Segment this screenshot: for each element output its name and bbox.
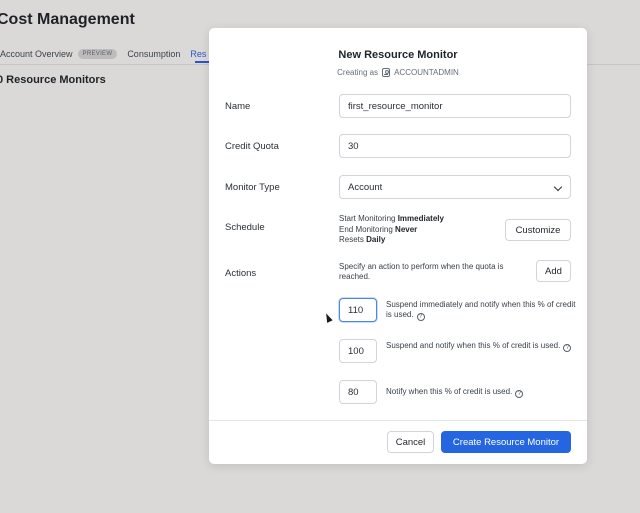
page-title: Cost Management [0,11,135,28]
tab-label: Res [190,49,207,59]
schedule-summary: Start Monitoring Immediately End Monitor… [339,214,444,246]
action-threshold-input[interactable]: 100 [339,339,377,363]
tab-bar: Account Overview PREVIEW Consumption Res [0,44,216,64]
cancel-button[interactable]: Cancel [387,431,434,453]
monitor-type-select[interactable]: Account [339,175,571,199]
action-text: Suspend and notify when this % of credit… [386,341,561,350]
action-text: Notify when this % of credit is used. [386,387,513,396]
creating-as-line: Creating as ACCOUNTADMIN [209,68,587,77]
credit-quota-input[interactable]: 30 [339,134,571,158]
dialog-title: New Resource Monitor [338,49,458,61]
create-resource-monitor-button[interactable]: Create Resource Monitor [441,431,571,453]
schedule-end: End Monitoring Never [339,225,444,236]
schedule-end-prefix: End Monitoring [339,224,393,234]
preview-badge: PREVIEW [77,49,118,59]
help-icon[interactable]: ? [416,313,425,321]
action-description: Suspend and notify when this % of credit… [386,341,576,352]
schedule-resets-value: Daily [366,235,386,244]
action-text: Suspend immediately and notify when this… [386,300,576,319]
schedule-resets: Resets Daily [339,235,444,246]
resource-monitors-count: 0 Resource Monitors [0,74,106,86]
add-action-button[interactable]: Add [536,260,571,282]
schedule-start-value: Immediately [397,214,444,223]
creating-as-label: Creating as [337,68,379,77]
monitor-type-value: Account [348,181,383,193]
schedule-label: Schedule [225,222,265,233]
actions-label: Actions [225,268,257,279]
name-label: Name [225,101,251,112]
name-input[interactable]: first_resource_monitor [339,94,571,118]
monitor-type-label: Monitor Type [225,182,280,193]
role-name: ACCOUNTADMIN [394,68,459,77]
schedule-resets-prefix: Resets [339,235,364,244]
new-resource-monitor-dialog: New Resource Monitor Creating as ACCOUNT… [209,28,587,464]
tab-resource-monitors[interactable]: Res [190,49,206,59]
help-icon[interactable]: ? [515,390,524,398]
action-description: Suspend immediately and notify when this… [386,300,576,321]
action-threshold-input[interactable]: 110 [339,298,377,322]
action-threshold-input[interactable]: 80 [339,380,377,404]
tab-label: Consumption [127,49,181,59]
schedule-end-value: Never [395,224,418,234]
footer-divider [209,420,587,421]
active-tab-indicator [195,61,209,63]
action-description: Notify when this % of credit is used.? [386,387,576,398]
tab-consumption[interactable]: Consumption [127,49,180,59]
tab-label: Account Overview [0,49,73,59]
customize-button[interactable]: Customize [505,219,571,241]
tab-account-overview[interactable]: Account Overview PREVIEW [0,49,118,59]
actions-description: Specify an action to perform when the qu… [339,262,504,281]
schedule-start-prefix: Start Monitoring [339,214,396,223]
credit-quota-label: Credit Quota [225,141,279,152]
help-icon[interactable]: ? [563,344,572,352]
chevron-down-icon [553,182,563,192]
schedule-start: Start Monitoring Immediately [339,214,444,225]
user-role-icon [382,68,391,77]
